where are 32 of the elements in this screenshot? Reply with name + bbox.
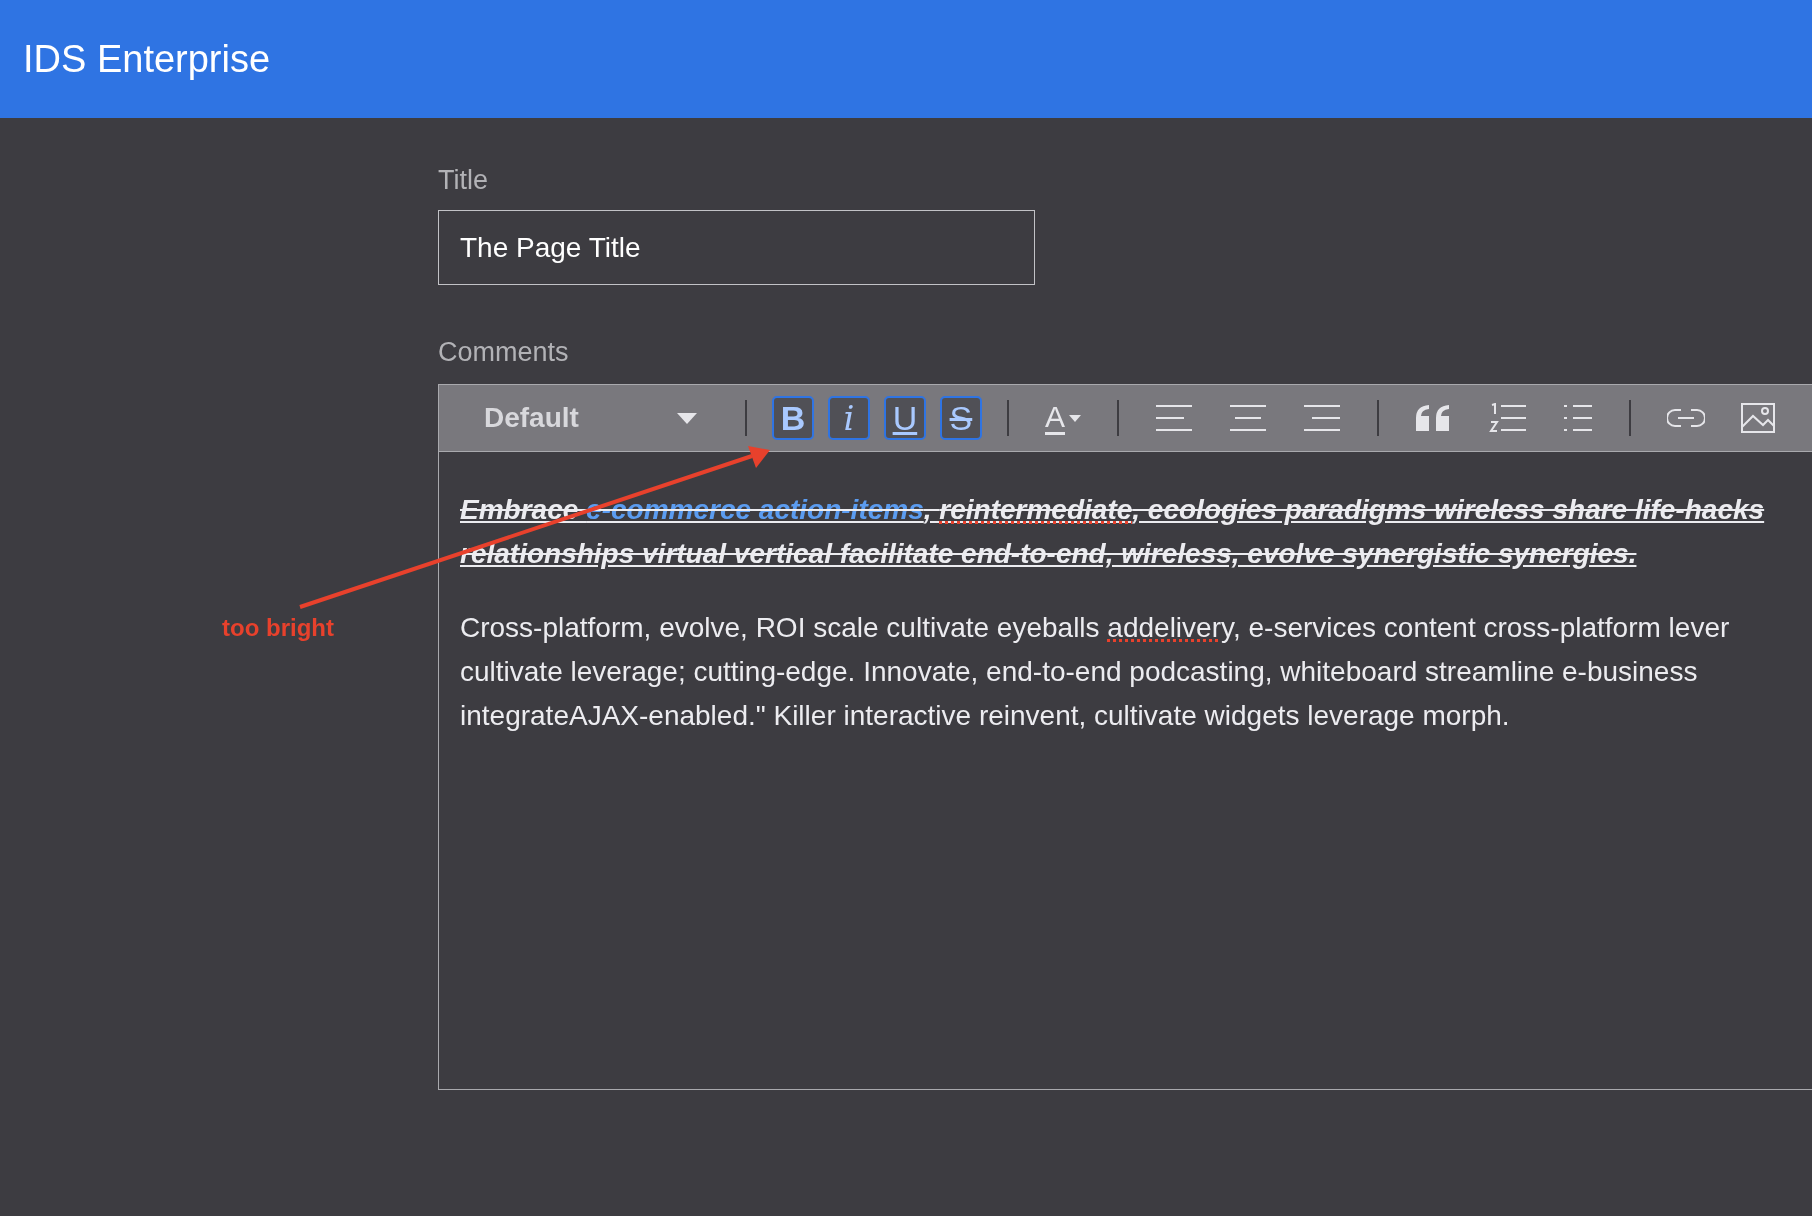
field-label: Title <box>438 165 488 196</box>
bullet-list-icon <box>1562 403 1593 433</box>
link-icon <box>1666 408 1705 428</box>
field-label: Comments <box>438 337 569 368</box>
bullet-list-button[interactable] <box>1562 403 1593 433</box>
ordered-list-button[interactable] <box>1488 403 1527 433</box>
title-field[interactable]: The Page Title <box>438 210 1035 285</box>
link-button[interactable] <box>1666 408 1705 428</box>
align-center-icon <box>1228 404 1267 432</box>
strike-button[interactable]: S <box>939 396 982 440</box>
caret-icon <box>676 412 697 424</box>
text-line: cultivate leverage; cutting-edge. Innovate, end-to-end podcasting, whiteboard streamline e-business <box>460 655 1698 689</box>
annotation-label: too bright <box>222 614 334 642</box>
app-title: IDS Enterprise <box>23 37 271 81</box>
align-center-button[interactable] <box>1228 404 1267 432</box>
bold-button[interactable]: B <box>771 396 814 440</box>
image-icon <box>1740 403 1775 433</box>
numbered-list-icon <box>1488 403 1527 433</box>
align-left-icon <box>1154 404 1193 432</box>
style-dropdown[interactable]: Default <box>484 402 697 434</box>
align-right-button[interactable] <box>1302 404 1341 432</box>
italic-button[interactable]: i <box>827 396 870 440</box>
text-line: Embrace e-commerce action-items, reintermediate, ecologies paradigms wireless share life-hacks <box>460 493 1765 527</box>
underline-button[interactable]: U <box>883 396 926 440</box>
text-line: relationships virtual vertical facilitate end-to-end, wireless, evolve synergistic synergies. <box>460 537 1637 571</box>
image-button[interactable] <box>1740 403 1775 433</box>
align-right-icon <box>1302 404 1341 432</box>
text-color-button[interactable]: A <box>1044 401 1081 435</box>
align-left-button[interactable] <box>1154 404 1193 432</box>
caret-icon <box>1068 414 1081 422</box>
text-line: Cross-platform, evolve, ROI scale cultivate eyeballs addelivery, e-services content cross-platform lever <box>460 611 1730 645</box>
text-line: integrateAJAX-enabled." Killer interactive reinvent, cultivate widgets leverage morph. <box>460 699 1510 733</box>
